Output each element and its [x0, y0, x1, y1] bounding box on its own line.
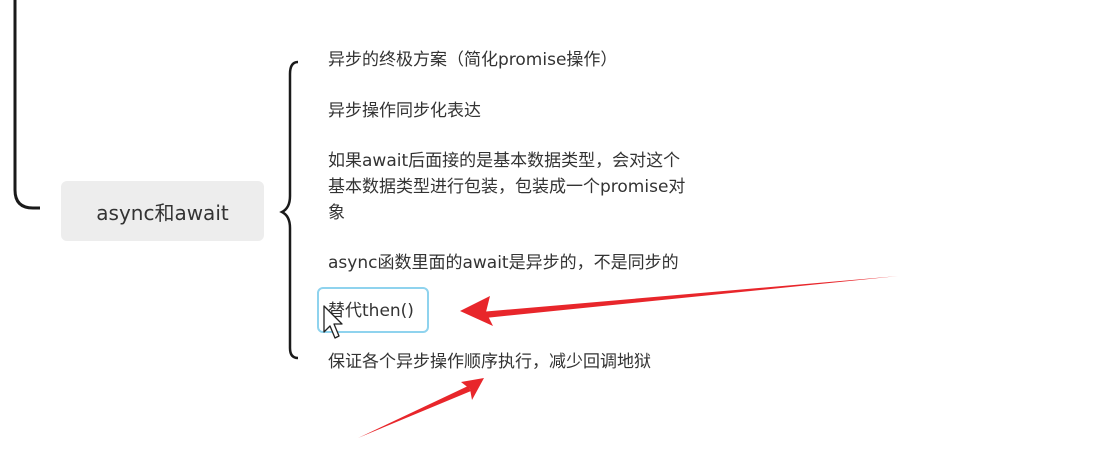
- annotation-arrow-replace-then: [460, 276, 898, 326]
- annotation-layer: [323, 276, 898, 438]
- annotation-arrow-ordered-execution: [358, 378, 484, 438]
- cursor-icon: [323, 305, 343, 339]
